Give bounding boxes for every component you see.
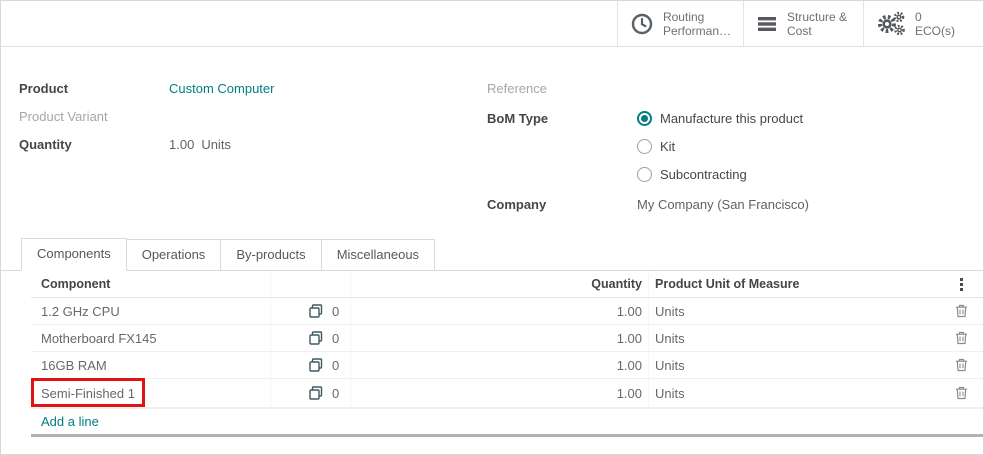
copy-icon	[309, 331, 323, 345]
eco-count: 0	[915, 10, 955, 24]
radio-label: Manufacture this product	[660, 111, 803, 126]
bom-count-cell[interactable]: 0	[271, 325, 351, 351]
table-row[interactable]: Motherboard FX145 0 1.00 Units	[31, 325, 983, 352]
component-name: Semi-Finished 1	[41, 386, 135, 401]
quantity-field-row: Quantity 1.00 Units	[19, 137, 487, 153]
clock-icon	[630, 12, 654, 36]
tab-components[interactable]: Components	[21, 238, 127, 271]
uom-cell[interactable]: Units	[649, 352, 879, 378]
component-name-cell[interactable]: Motherboard FX145	[31, 325, 271, 351]
tab-miscellaneous[interactable]: Miscellaneous	[321, 239, 435, 271]
copy-icon	[309, 358, 323, 372]
uom-cell[interactable]: Units	[649, 298, 879, 324]
table-row[interactable]: 1.2 GHz CPU 0 1.00 Units	[31, 298, 983, 325]
column-header-uom[interactable]: Product Unit of Measure	[649, 271, 879, 297]
tab-operations[interactable]: Operations	[126, 239, 222, 271]
structure-cost-button[interactable]: Structure & Cost	[743, 1, 863, 46]
radio-label: Subcontracting	[660, 167, 747, 182]
bars-icon	[756, 13, 778, 35]
bom-count-cell[interactable]: 0	[271, 379, 351, 407]
table-row[interactable]: 16GB RAM 0 1.00 Units	[31, 352, 983, 379]
product-value-link[interactable]: Custom Computer	[169, 81, 274, 97]
radio-unselected-icon[interactable]	[637, 139, 652, 154]
bom-count: 0	[332, 358, 339, 373]
delete-row-icon[interactable]	[955, 358, 968, 372]
column-header-quantity[interactable]: Quantity	[351, 271, 649, 297]
quantity-unit: Units	[201, 137, 231, 152]
notebook-tabs: Components Operations By-products Miscel…	[1, 237, 983, 271]
delete-row-icon[interactable]	[955, 386, 968, 400]
bom-form-sheet: Product Custom Computer Product Variant …	[1, 47, 983, 225]
quantity-value[interactable]: 1.00 Units	[169, 137, 231, 153]
bom-count: 0	[332, 331, 339, 346]
product-label: Product	[19, 81, 169, 97]
radio-subcontracting[interactable]: Subcontracting	[637, 167, 803, 182]
tab-by-products[interactable]: By-products	[220, 239, 321, 271]
bom-type-radio-group: Manufacture this product Kit Subcontract…	[637, 111, 803, 195]
radio-manufacture[interactable]: Manufacture this product	[637, 111, 803, 126]
component-name-cell[interactable]: 16GB RAM	[31, 352, 271, 378]
company-value[interactable]: My Company (San Francisco)	[637, 197, 809, 213]
column-header-bom	[271, 271, 351, 297]
table-header-row: Component Quantity Product Unit of Measu…	[31, 271, 983, 298]
bom-type-label: BoM Type	[487, 111, 637, 195]
quantity-cell[interactable]: 1.00	[351, 298, 649, 324]
quantity-cell[interactable]: 1.00	[351, 325, 649, 351]
gears-icon	[876, 11, 906, 37]
copy-icon	[309, 304, 323, 318]
bom-count-cell[interactable]: 0	[271, 298, 351, 324]
quantity-number: 1.00	[169, 137, 194, 152]
add-a-line-link[interactable]: Add a line	[41, 414, 99, 429]
bom-count: 0	[332, 304, 339, 319]
radio-unselected-icon[interactable]	[637, 167, 652, 182]
uom-cell[interactable]: Units	[649, 379, 879, 407]
quantity-cell[interactable]: 1.00	[351, 352, 649, 378]
eco-label: ECO(s)	[915, 24, 955, 38]
stat-label-line2: Cost	[787, 24, 847, 38]
radio-kit[interactable]: Kit	[637, 139, 803, 154]
bom-count-cell[interactable]: 0	[271, 352, 351, 378]
radio-label: Kit	[660, 139, 675, 154]
bom-type-field-row: BoM Type Manufacture this product Kit Su…	[487, 111, 965, 195]
company-field-row: Company My Company (San Francisco)	[487, 197, 965, 213]
components-table: Component Quantity Product Unit of Measu…	[31, 271, 983, 437]
component-name-cell[interactable]: 1.2 GHz CPU	[31, 298, 271, 324]
optional-columns-icon[interactable]	[954, 276, 969, 293]
bom-form-window: Routing Performan… Structure & Cost	[0, 0, 984, 455]
radio-selected-icon[interactable]	[637, 111, 652, 126]
product-variant-field-row: Product Variant	[19, 109, 487, 125]
column-header-component[interactable]: Component	[31, 271, 271, 297]
product-variant-label: Product Variant	[19, 109, 169, 125]
delete-row-icon[interactable]	[955, 331, 968, 345]
uom-cell[interactable]: Units	[649, 325, 879, 351]
reference-label: Reference	[487, 81, 637, 97]
stat-label-line2: Performan…	[663, 24, 731, 38]
eco-button[interactable]: 0 ECO(s)	[863, 1, 983, 46]
quantity-label: Quantity	[19, 137, 169, 153]
table-row[interactable]: Semi-Finished 1 0 1.00 Units	[31, 379, 983, 408]
copy-icon	[309, 386, 323, 400]
stat-label-line1: Routing	[663, 10, 731, 24]
stat-label-line1: Structure &	[787, 10, 847, 24]
delete-row-icon[interactable]	[955, 304, 968, 318]
reference-field-row: Reference	[487, 81, 965, 97]
quantity-cell[interactable]: 1.00	[351, 379, 649, 407]
routing-performance-button[interactable]: Routing Performan…	[617, 1, 743, 46]
company-label: Company	[487, 197, 637, 213]
add-line-row: Add a line	[31, 408, 983, 434]
stat-button-bar: Routing Performan… Structure & Cost	[1, 1, 983, 47]
bom-count: 0	[332, 386, 339, 401]
component-name-cell[interactable]: Semi-Finished 1	[31, 379, 271, 407]
product-field-row: Product Custom Computer	[19, 81, 487, 97]
